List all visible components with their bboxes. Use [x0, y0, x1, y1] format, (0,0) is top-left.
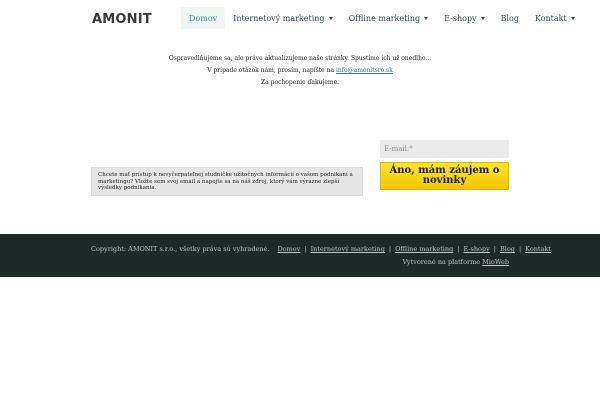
chevron-down-icon [570, 16, 575, 20]
subscribe-button[interactable]: Áno, mám záujem o novinky [380, 162, 509, 190]
main-nav: Domov Internetový marketing Offline mark… [181, 7, 583, 29]
footer-link-kontakt[interactable]: Kontakt [525, 245, 551, 253]
logo-text[interactable]: AMONIT [92, 12, 152, 27]
nav-item-label: Domov [189, 13, 218, 23]
logo[interactable]: AMONIT [92, 9, 152, 29]
nav-item-label: Offline marketing [348, 13, 421, 23]
email-field[interactable] [380, 140, 509, 158]
nav-item-label: Blog [500, 13, 519, 23]
nav-item-domov[interactable]: Domov [181, 7, 226, 29]
footer-link-blog[interactable]: Blog [500, 245, 515, 253]
chevron-down-icon [328, 16, 333, 20]
nav-item-internetovy-marketing[interactable]: Internetový marketing [225, 7, 340, 29]
platform-credit: Vytvorené na platforme MioWeb [402, 258, 509, 266]
footer-link-internetovy-marketing[interactable]: Internetový marketing [311, 245, 385, 253]
footer-link-domov[interactable]: Domov [278, 245, 301, 253]
maintenance-notice: Ospravedlňujeme sa, ale práve aktualizuj… [150, 53, 450, 89]
nav-item-label: Kontakt [534, 13, 567, 23]
notice-line-3: Za pochopenie ďakujeme. [260, 79, 340, 86]
platform-credit-text: Vytvorené na platforme [402, 258, 483, 266]
nav-item-blog[interactable]: Blog [493, 7, 527, 29]
footer-separator: | [457, 245, 460, 253]
nav-item-e-shopy[interactable]: E-shopy [436, 7, 492, 29]
newsletter-promo-text: Chcete mať prístup k nevyčerpateľnej stu… [91, 167, 363, 196]
chevron-down-icon [424, 16, 429, 20]
notice-line-2-text: V prípade otázok nám, prosím, napíšte na [207, 67, 336, 74]
footer-separator: | [304, 245, 307, 253]
site-header: AMONIT Domov Internetový marketing Offli… [0, 0, 600, 36]
nav-item-offline-marketing[interactable]: Offline marketing [341, 7, 437, 29]
footer-separator: | [388, 245, 392, 253]
footer-link-e-shopy[interactable]: E-shopy [463, 245, 489, 253]
chevron-down-icon [480, 16, 485, 20]
notice-line-1: Ospravedlňujeme sa, ale práve aktualizuj… [168, 55, 432, 62]
footer-separator: | [493, 245, 496, 253]
copyright-text: Copyright: AMONIT s.r.o., všetky práva s… [91, 245, 270, 253]
notice-line-2: V prípade otázok nám, prosím, napíšte na… [150, 65, 450, 77]
nav-item-label: Internetový marketing [233, 13, 325, 23]
footer-separator: | [518, 245, 522, 253]
nav-item-kontakt[interactable]: Kontakt [527, 7, 583, 29]
nav-item-label: E-shopy [444, 13, 477, 23]
footer-link-offline-marketing[interactable]: Offline marketing [395, 245, 453, 253]
site-footer: Copyright: AMONIT s.r.o., všetky práva s… [0, 234, 600, 277]
contact-email-link[interactable]: info@amonitsro.sk [336, 67, 393, 74]
footer-links-row: Copyright: AMONIT s.r.o., všetky práva s… [91, 245, 551, 253]
platform-link[interactable]: MioWeb [482, 258, 509, 266]
